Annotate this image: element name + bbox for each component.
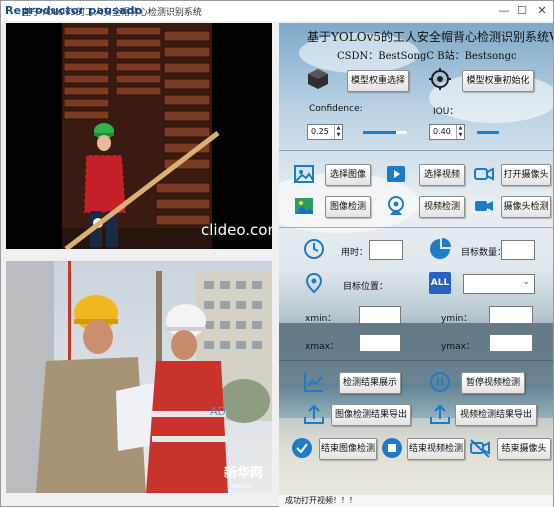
ad-logo-text: AD [210,405,226,418]
close-button[interactable]: ✕ [533,3,551,19]
status-bar: 成功打开视频！！！ [279,495,553,507]
control-panel: 基于YOLOv5的工人安全帽背心检测识别系统V1.0 CSDN：BestSong… [279,23,553,495]
end-camera-button[interactable]: 结束摄像头 [497,438,551,460]
all-targets-icon: ALL [429,272,451,294]
pause-icon [430,372,450,392]
time-field[interactable] [369,240,403,260]
detection-video-view: AD 新华网 news.cn [6,261,272,493]
section-divider [279,227,553,228]
author-info: CSDN：BestSongC B站：Bestsongc [337,51,517,62]
app-title: 基于YOLOv5的工人安全帽背心检测识别系统V1.0 [307,30,553,44]
pause-video-button[interactable]: 暂停视频检测 [461,372,525,394]
count-field[interactable] [501,240,535,260]
clideo-watermark: clideo.com [201,221,272,239]
select-image-button[interactable]: 选择图像 [325,164,371,186]
select-video-button[interactable]: 选择视频 [419,164,465,186]
xmax-field[interactable] [359,334,401,352]
minimize-button[interactable]: — [495,3,513,19]
camera-outline-icon [474,167,494,181]
position-label: 目标位置： [343,282,389,292]
stop-circle-icon [382,438,402,458]
ymin-field[interactable] [489,306,533,324]
worker-scene-image: clideo.com [6,23,272,249]
end-video-detect-button[interactable]: 结束视频检测 [407,438,465,460]
iou-label: IOU： [433,107,459,117]
time-label: 用时： [341,248,369,258]
location-pin-icon [305,272,323,294]
target-icon [429,68,451,90]
export-video-result-button[interactable]: 视频检测结果导出 [455,404,537,426]
video-detect-button[interactable]: 视频检测 [419,196,465,218]
upload-icon [304,404,324,424]
camera-off-icon [470,439,490,458]
iou-slider[interactable] [477,131,499,134]
export-image-result-button[interactable]: 图像检测结果导出 [331,404,411,426]
section-divider [279,360,553,361]
line-chart-icon [304,373,323,392]
xmin-field[interactable] [359,306,401,324]
target-select-dropdown[interactable]: ⌄ [463,274,535,294]
maximize-button[interactable]: ☐ [513,3,531,19]
app-window: 基于YOLOv5的工人安全帽背心检测识别系统 Reproductor pausa… [0,0,554,507]
open-camera-button[interactable]: 打开摄像头 [501,164,551,186]
original-video-view: clideo.com [6,23,272,249]
section-divider [279,150,553,151]
title-bar: 基于YOLOv5的工人安全帽背心检测识别系统 Reproductor pausa… [1,1,553,21]
confidence-label: Confidence: [309,104,363,114]
picture-icon [295,198,313,214]
clock-icon [304,239,324,259]
confidence-slider[interactable] [363,131,407,134]
player-paused-overlay: Reproductor pausado [5,4,143,17]
count-label: 目标数量： [461,248,507,258]
video-divider [6,249,272,261]
video-play-icon [387,166,405,182]
image-detect-button[interactable]: 图像检测 [325,196,371,218]
camera-detect-button[interactable]: 摄像头检测 [501,196,551,218]
news-logo: 新华网 [224,465,263,481]
end-image-detect-button[interactable]: 结束图像检测 [319,438,377,460]
check-circle-icon [292,438,312,458]
init-weights-button[interactable]: 模型权重初始化 [462,70,534,92]
upload-icon [430,404,450,424]
spin-arrows-icon[interactable]: ▲ ▼ [334,125,342,139]
ymax-field[interactable] [489,334,533,352]
pie-chart-icon [430,238,451,259]
webcam-icon [388,196,404,215]
confidence-value: 0.25 [311,127,329,136]
iou-value: 0.40 [433,127,451,136]
image-icon [294,165,314,183]
spin-arrows-icon[interactable]: ▲ ▼ [456,125,464,139]
show-result-button[interactable]: 检测结果展示 [339,372,401,394]
camera-icon [475,201,493,211]
construction-workers-image: AD 新华网 news.cn [6,261,272,493]
ymax-label: ymax： [441,342,475,352]
confidence-spinbox[interactable]: 0.25 ▲ ▼ [307,124,343,140]
xmax-label: xmax： [305,342,339,352]
xmin-label: xmin： [305,314,337,324]
confidence-slider-fill [363,131,396,134]
cube-icon [308,69,328,89]
chevron-down-icon: ⌄ [522,277,530,287]
iou-spinbox[interactable]: 0.40 ▲ ▼ [429,124,465,140]
select-weights-button[interactable]: 模型权重选择 [347,70,409,92]
ymin-label: ymin： [441,314,473,324]
news-url: news.cn [228,483,253,490]
